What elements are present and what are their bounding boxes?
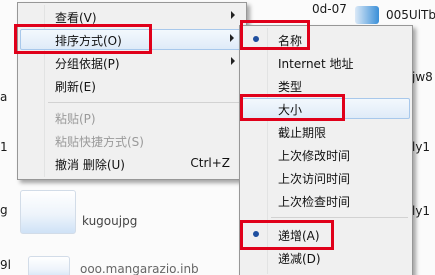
submenu-arrow-icon (230, 34, 234, 42)
sort-item-descending[interactable]: 递减(D) (242, 247, 410, 268)
highlight-box-size (240, 94, 345, 121)
menu-item-label: 截止期限 (278, 126, 327, 140)
file-label-fragment: a (0, 90, 8, 104)
menu-item-label: 撤消 删除(U) (55, 158, 125, 172)
menu-item-label: Internet 地址 (278, 57, 354, 71)
file-label-fragment: 9l (0, 258, 11, 272)
menu-separator (48, 102, 242, 103)
menu-item-label: 上次检查时间 (278, 195, 351, 209)
file-label[interactable]: ly1 (412, 204, 430, 218)
menu-item-label: 刷新(E) (55, 80, 96, 94)
highlight-box-name (240, 20, 310, 50)
sort-item-type[interactable]: 类型 (242, 75, 410, 96)
submenu-arrow-icon (231, 11, 235, 19)
file-label[interactable]: 005UlTbKjw8 (386, 8, 435, 22)
menu-item-label: 递减(D) (278, 252, 321, 266)
file-thumbnail[interactable] (28, 256, 70, 275)
file-label-fragment: 1 (0, 140, 8, 154)
file-label[interactable]: ly1 (412, 140, 430, 154)
menu-item-paste-shortcut: 粘贴快捷方式(S) (20, 130, 244, 151)
menu-item-label: 类型 (278, 80, 303, 94)
file-label-fragment: g (0, 203, 8, 217)
menu-item-label: 粘贴(P) (55, 112, 96, 126)
file-label[interactable]: ooo.mangarazio.inb (80, 262, 199, 275)
menu-item-refresh[interactable]: 刷新(E) (20, 75, 244, 96)
submenu-arrow-icon (231, 57, 235, 65)
file-label[interactable]: jw8 (412, 70, 433, 84)
menu-item-label: 上次修改时间 (278, 149, 351, 163)
highlight-box-sort-by (14, 24, 152, 54)
sort-item-internet-address[interactable]: Internet 地址 (242, 52, 410, 73)
menu-item-group-by[interactable]: 分组依据(P) (20, 52, 244, 73)
highlight-box-ascending (240, 220, 334, 250)
menu-shortcut: Ctrl+Z (190, 156, 230, 170)
menu-item-label: 粘贴快捷方式(S) (55, 135, 144, 149)
image-file-thumbnail[interactable] (20, 190, 76, 234)
menu-item-label: 上次访问时间 (278, 172, 351, 186)
file-label[interactable]: kugoujpg (82, 214, 137, 228)
sort-item-date-accessed[interactable]: 上次访问时间 (242, 167, 410, 188)
sort-item-date-modified[interactable]: 上次修改时间 (242, 144, 410, 165)
menu-item-undo-delete[interactable]: 撤消 删除(U) Ctrl+Z (20, 153, 244, 174)
menu-item-label: 分组依据(P) (55, 57, 120, 71)
sort-item-deadline[interactable]: 截止期限 (242, 121, 410, 142)
file-label[interactable]: 0d-07 (312, 2, 347, 16)
sort-item-date-checked[interactable]: 上次检查时间 (242, 190, 410, 211)
desktop-background: a 1 g 9l 0d-07 005UlTbKjw8 jw8 ly1 ly1 k… (0, 0, 435, 275)
menu-separator (271, 217, 408, 218)
menu-item-paste: 粘贴(P) (20, 107, 244, 128)
file-thumbnail[interactable] (355, 6, 379, 24)
